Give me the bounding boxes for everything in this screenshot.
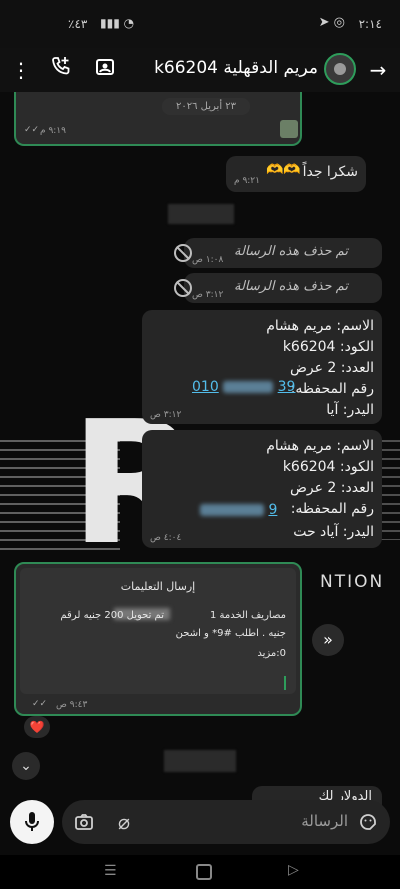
heart-hands-icon: 🫶🫶 [266,162,301,178]
name-line: الاسم: مريم هشام [266,318,374,334]
image-message-bubble[interactable]: ٢٣ أبريل ٢٠٢٦ ٩:١٩ م ✓✓ [14,92,302,146]
status-bar: ٪٤٣ ▮▮▮ ◔ ٢:١٤ ➤ ◎ [0,0,400,48]
leader-line: اليدر: آياد حت [293,524,374,540]
message-input[interactable]: الرسالة [301,812,348,830]
blurred-sticker [168,204,234,224]
thumbnail [280,120,298,138]
message-time: ٣:١٢ ص [150,410,182,420]
deleted-message[interactable]: تم حذف هذه الرسالة ٣:١٢ ص [174,273,382,303]
message-time: ١:٠٨ ص [192,255,224,265]
read-check-icon: ✓✓ [24,125,40,135]
status-time: ٢:١٤ [358,17,382,31]
more-vert-icon[interactable]: ⋮ [3,52,39,88]
signal-icon: ▮▮▮ ◔ [100,16,135,30]
ban-icon [174,244,192,262]
count-line: العدد: 2 عرض [289,360,374,376]
name-line: الاسم: مريم هشام [266,438,374,454]
instructions-line: مصاريف الخدمة 1 [209,610,286,621]
forward-icon[interactable]: » [312,624,344,656]
contact-name[interactable]: مريم الدقهلية k66204 [154,58,318,78]
avatar[interactable] [324,53,356,85]
chat-header: → مريم الدقهلية k66204 ⋮ [0,48,400,92]
wallet-number-link[interactable]: 010 39 [192,379,295,395]
wallet-label: رقم المحفظه: [290,501,374,517]
wallet-number-link[interactable]: 9 [200,502,277,518]
info-message[interactable]: الاسم: مريم هشام الكود: k66204 العدد: 2 … [142,310,382,424]
count-line: العدد: 2 عرض [289,480,374,496]
blurred-sticker [164,750,236,772]
recents-icon[interactable]: ☰ [104,863,117,879]
home-icon[interactable] [196,864,212,880]
contact-card-icon[interactable] [87,52,123,88]
status-battery-text: ٪٤٣ [68,17,88,31]
back-icon[interactable]: ▷ [288,862,299,878]
redacted [200,504,264,516]
deleted-message[interactable]: تم حذف هذه الرسالة ١:٠٨ ص [174,238,382,268]
message-input-bar[interactable]: ⌀ الرسالة [62,800,390,844]
message-time: ٩:١٩ م [40,126,66,136]
telegram-icon: ➤ ◎ [318,15,345,30]
instructions-line: تم تحويل 200 جنيه لرقم [60,610,164,621]
message-time: ٤:٠٤ ص [150,533,182,543]
instructions-title: إرسال التعليمات [120,580,196,593]
mic-button[interactable] [10,800,54,844]
scroll-down-icon[interactable]: ⌄ [12,752,40,780]
info-message[interactable]: الاسم: مريم هشام الكود: k66204 العدد: 2 … [142,430,382,548]
instructions-card: إرسال التعليمات مصاريف الخدمة 1 تم تحويل… [20,568,296,694]
attach-icon[interactable]: ⌀ [118,810,130,834]
leader-line: اليدر: آيا [326,402,374,418]
cursor-marker [284,676,286,690]
message-text: شكرا جداً [302,164,358,180]
instructions-message[interactable]: إرسال التعليمات مصاريف الخدمة 1 تم تحويل… [14,562,302,716]
camera-icon[interactable] [74,812,94,836]
code-line: الكود: k66204 [282,459,374,475]
add-call-icon[interactable] [43,52,79,88]
message-bubble[interactable]: شكرا جداً 🫶🫶 ٩:٢١ م [226,156,366,192]
deleted-text: تم حذف هذه الرسالة [233,279,348,294]
redacted [223,381,274,393]
heart-reaction[interactable]: ❤️ [24,716,50,738]
message-time: ٩:٢١ م [234,176,260,186]
code-line: الكود: k66204 [282,339,374,355]
date-chip: ٢٣ أبريل ٢٠٢٦ [162,98,251,115]
wallet-label: رقم المحفظه: [290,381,374,397]
back-arrow-icon[interactable]: → [360,52,396,88]
system-nav-bar: ☰ ▷ [0,855,400,889]
message-time: ٩:٤٣ ص [56,700,88,710]
ban-icon [174,279,192,297]
sticker-icon[interactable] [358,812,378,836]
instructions-line: جنيه . اطلب #9* و اشحن [175,628,286,639]
message-time: ٣:١٢ ص [192,290,224,300]
background-logo-word: NTION [320,572,385,592]
instructions-line: 0:مزيد [257,648,286,659]
read-check-icon: ✓✓ [32,699,48,709]
deleted-text: تم حذف هذه الرسالة [233,244,348,259]
